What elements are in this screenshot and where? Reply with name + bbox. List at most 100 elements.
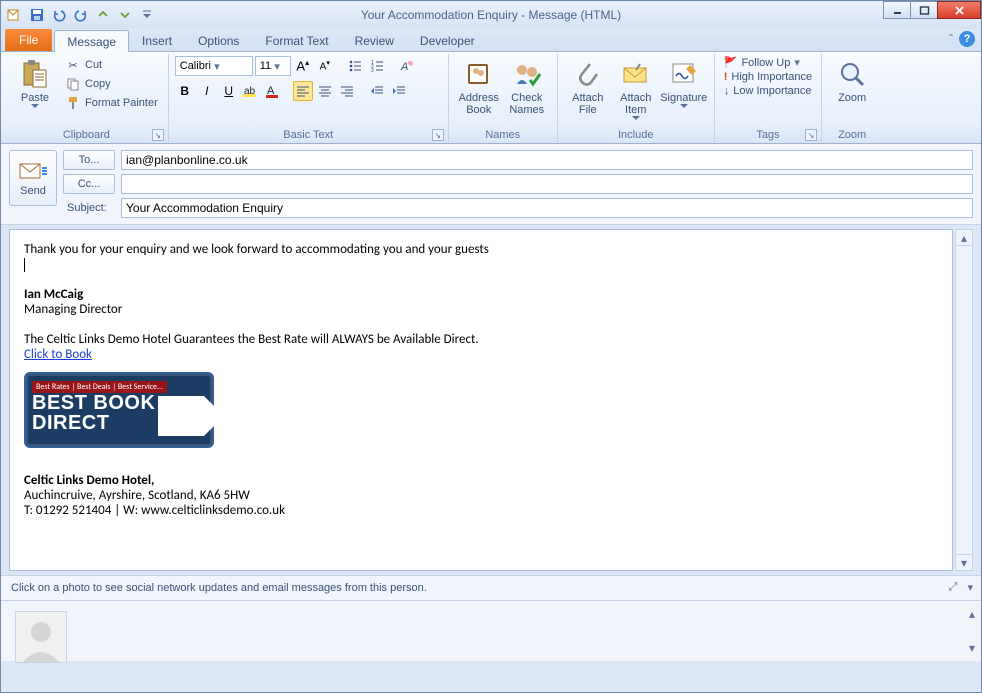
arrow-right-icon — [158, 396, 204, 436]
save-icon[interactable] — [27, 5, 47, 25]
undo-icon[interactable] — [49, 5, 69, 25]
window-controls — [884, 1, 981, 21]
paste-icon — [19, 58, 51, 90]
send-button[interactable]: Send — [9, 150, 57, 206]
cc-field[interactable] — [121, 174, 973, 194]
chevron-down-icon: ▾ — [211, 60, 223, 73]
flag-icon: 🚩 — [724, 56, 738, 69]
minimize-button[interactable] — [883, 1, 911, 19]
highlight-button[interactable]: ab — [241, 81, 261, 101]
people-pane: Click on a photo to see social network u… — [1, 575, 981, 661]
to-field[interactable] — [121, 150, 973, 170]
help-button[interactable]: ? — [959, 31, 975, 47]
align-left-button[interactable] — [293, 81, 313, 101]
cc-button[interactable]: Cc... — [63, 174, 115, 194]
bold-button[interactable]: B — [175, 81, 195, 101]
align-center-button[interactable] — [315, 81, 335, 101]
scroll-up-icon[interactable]: ▴ — [969, 607, 975, 621]
svg-text:3: 3 — [371, 68, 374, 73]
message-body-wrap: Thank you for your enquiry and we look f… — [1, 225, 981, 575]
tab-options[interactable]: Options — [185, 29, 252, 51]
grow-font-button[interactable]: A▴ — [293, 56, 313, 76]
person-silhouette-icon — [17, 614, 65, 662]
font-size-combo[interactable]: 11▾ — [255, 56, 291, 76]
tab-insert[interactable]: Insert — [129, 29, 185, 51]
dialog-launcher-icon[interactable]: ↘ — [432, 129, 444, 141]
scroll-down-icon[interactable]: ▾ — [956, 554, 972, 570]
down-arrow-icon: ↓ — [724, 85, 730, 97]
best-book-direct-badge: Best Rates | Best Deals | Best Service..… — [24, 372, 214, 448]
previous-item-icon[interactable] — [93, 5, 113, 25]
scroll-down-icon[interactable]: ▾ — [969, 641, 975, 655]
ribbon-tabs: File Message Insert Options Format Text … — [1, 29, 981, 52]
redo-icon[interactable] — [71, 5, 91, 25]
format-painter-button[interactable]: Format Painter — [61, 94, 162, 112]
group-zoom: Zoom Zoom — [822, 54, 882, 142]
address-book-icon — [463, 58, 495, 90]
message-body-editor[interactable]: Thank you for your enquiry and we look f… — [9, 229, 953, 571]
dialog-launcher-icon[interactable]: ↘ — [805, 129, 817, 141]
font-color-button[interactable]: A — [263, 81, 283, 101]
signature-title: Managing Director — [24, 302, 938, 317]
check-names-button[interactable]: Check Names — [503, 56, 551, 118]
bullets-button[interactable] — [345, 56, 365, 76]
qat-customize-icon[interactable] — [137, 5, 157, 25]
high-importance-button[interactable]: !High Importance — [721, 71, 815, 83]
underline-button[interactable]: U — [219, 81, 239, 101]
paintbrush-icon — [65, 95, 81, 111]
paste-button[interactable]: Paste — [11, 56, 59, 111]
signature-button[interactable]: Signature — [660, 56, 708, 111]
scissors-icon: ✂ — [65, 57, 81, 73]
follow-up-button[interactable]: 🚩Follow Up ▾ — [721, 56, 815, 69]
outlook-icon[interactable] — [5, 5, 25, 25]
window-title: Your Accommodation Enquiry - Message (HT… — [361, 8, 621, 22]
contact-avatar[interactable] — [15, 611, 67, 663]
next-item-icon[interactable] — [115, 5, 135, 25]
chevron-down-icon — [632, 116, 640, 121]
paperclip-icon — [572, 58, 604, 90]
envelope-send-icon — [18, 160, 48, 182]
hotel-contact: T: 01292 521404 | W: www.celticlinksdemo… — [24, 503, 938, 518]
decrease-indent-button[interactable] — [367, 81, 387, 101]
magnifier-icon — [836, 58, 868, 90]
tab-message[interactable]: Message — [54, 30, 129, 52]
align-right-button[interactable] — [337, 81, 357, 101]
cut-button[interactable]: ✂Cut — [61, 56, 162, 74]
vertical-scrollbar[interactable]: ▴ ▾ — [955, 229, 973, 571]
attach-item-button[interactable]: Attach Item — [612, 56, 660, 123]
tab-developer[interactable]: Developer — [407, 29, 488, 51]
copy-button[interactable]: Copy — [61, 75, 162, 93]
subject-field[interactable] — [121, 198, 973, 218]
text-cursor — [24, 258, 25, 272]
close-button[interactable] — [937, 1, 981, 19]
hotel-name: Celtic Links Demo Hotel, — [24, 473, 154, 488]
group-clipboard: Paste ✂Cut Copy Format Painter Clipboard… — [5, 54, 169, 142]
zoom-button[interactable]: Zoom — [828, 56, 876, 106]
increase-indent-button[interactable] — [389, 81, 409, 101]
tab-format-text[interactable]: Format Text — [252, 29, 341, 51]
attach-file-button[interactable]: Attach File — [564, 56, 612, 118]
dialog-launcher-icon[interactable]: ↘ — [152, 129, 164, 141]
numbering-button[interactable]: 123 — [367, 56, 387, 76]
address-book-button[interactable]: Address Book — [455, 56, 503, 118]
quick-access-toolbar — [5, 5, 157, 25]
clear-formatting-button[interactable]: A — [397, 56, 417, 76]
signature-icon — [668, 58, 700, 90]
attach-item-icon — [620, 58, 652, 90]
minimize-ribbon-icon[interactable]: ˆ — [949, 32, 953, 46]
maximize-button[interactable] — [910, 1, 938, 19]
book-link[interactable]: Click to Book — [24, 347, 92, 362]
to-button[interactable]: To... — [63, 150, 115, 170]
font-name-combo[interactable]: Calibri▾ — [175, 56, 253, 76]
subject-label: Subject: — [63, 202, 115, 214]
low-importance-button[interactable]: ↓Low Importance — [721, 85, 815, 97]
shrink-font-button[interactable]: A▾ — [315, 56, 335, 76]
scroll-up-icon[interactable]: ▴ — [956, 230, 972, 246]
expand-icon[interactable]: ⤢ — [949, 581, 958, 594]
people-pane-hint: Click on a photo to see social network u… — [11, 582, 427, 594]
svg-text:A: A — [400, 61, 408, 73]
file-tab[interactable]: File — [5, 29, 52, 51]
tab-review[interactable]: Review — [342, 29, 407, 51]
italic-button[interactable]: I — [197, 81, 217, 101]
chevron-down-icon[interactable]: ▾ — [967, 581, 973, 594]
